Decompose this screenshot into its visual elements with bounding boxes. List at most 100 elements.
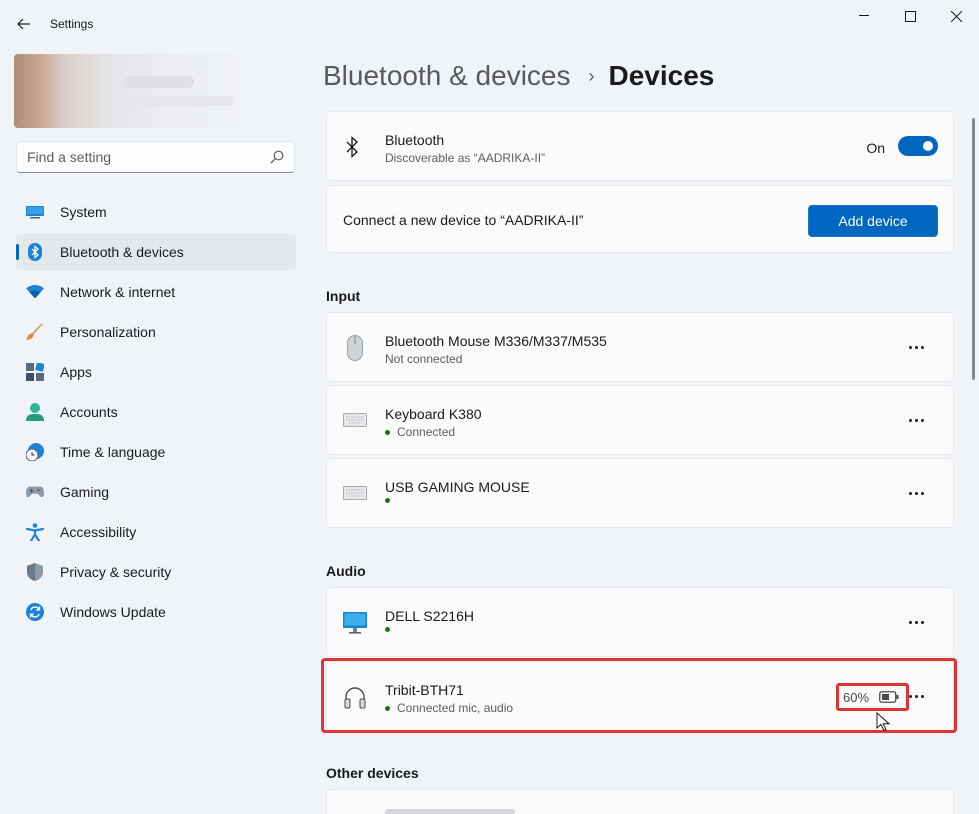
scrollbar[interactable] bbox=[972, 118, 975, 380]
back-button[interactable] bbox=[12, 12, 36, 36]
section-title-input: Input bbox=[326, 288, 361, 304]
battery-indicator: 60% bbox=[836, 683, 909, 711]
more-options-button[interactable] bbox=[905, 483, 927, 503]
connected-dot bbox=[385, 498, 390, 503]
profile-name-blurred bbox=[124, 76, 194, 88]
monitor-icon bbox=[343, 612, 367, 639]
sidebar-item-time-language[interactable]: Time & language bbox=[16, 434, 296, 470]
maximize-button[interactable] bbox=[898, 6, 922, 26]
device-name: Bluetooth Mouse M336/M337/M535 bbox=[385, 333, 607, 349]
device-name-partial bbox=[385, 809, 515, 814]
device-row[interactable]: Bluetooth Mouse M336/M337/M535 Not conne… bbox=[326, 312, 954, 382]
bluetooth-title: Bluetooth bbox=[385, 132, 445, 148]
device-status: Connected bbox=[397, 425, 456, 439]
connected-dot bbox=[385, 429, 390, 435]
close-icon bbox=[950, 10, 962, 22]
bluetooth-icon bbox=[26, 243, 44, 261]
bluetooth-subtitle: Discoverable as “AADRIKA-II” bbox=[385, 151, 546, 165]
sidebar-nav: System Bluetooth & devices Network & int… bbox=[16, 194, 296, 634]
search-input[interactable] bbox=[17, 142, 257, 172]
add-device-card: Connect a new device to “AADRIKA-II” Add… bbox=[326, 185, 954, 253]
sidebar-item-network[interactable]: Network & internet bbox=[16, 274, 296, 310]
shield-icon bbox=[26, 563, 44, 581]
profile-picture[interactable] bbox=[14, 54, 245, 128]
monitor-icon bbox=[26, 203, 44, 221]
sidebar-item-label: Bluetooth & devices bbox=[60, 244, 184, 260]
connected-dot bbox=[385, 705, 390, 711]
profile-email-blurred bbox=[124, 96, 234, 106]
device-name: USB GAMING MOUSE bbox=[385, 479, 530, 495]
add-device-button[interactable]: Add device bbox=[808, 205, 938, 237]
sidebar-item-label: Accessibility bbox=[60, 524, 137, 540]
sidebar-item-windows-update[interactable]: Windows Update bbox=[16, 594, 296, 630]
sidebar-item-personalization[interactable]: Personalization bbox=[16, 314, 296, 350]
maximize-icon bbox=[904, 10, 916, 22]
bluetooth-card: Bluetooth Discoverable as “AADRIKA-II” O… bbox=[326, 111, 954, 181]
update-icon bbox=[26, 603, 44, 621]
device-name: Tribit-BTH71 bbox=[385, 682, 464, 698]
more-options-button[interactable] bbox=[905, 612, 927, 632]
sidebar-item-privacy-security[interactable]: Privacy & security bbox=[16, 554, 296, 590]
sidebar-item-label: Windows Update bbox=[60, 604, 166, 620]
device-row[interactable]: USB GAMING MOUSE bbox=[326, 458, 954, 528]
device-status: Not connected bbox=[385, 352, 463, 366]
battery-icon bbox=[879, 691, 899, 703]
sidebar-item-apps[interactable]: Apps bbox=[16, 354, 296, 390]
sidebar-item-label: Network & internet bbox=[60, 284, 176, 300]
accessibility-icon bbox=[26, 523, 44, 541]
sidebar-item-label: Accounts bbox=[60, 404, 118, 420]
device-name: Keyboard K380 bbox=[385, 406, 482, 422]
device-row[interactable]: Keyboard K380 Connected bbox=[326, 385, 954, 455]
apps-icon bbox=[26, 363, 44, 381]
section-title-audio: Audio bbox=[326, 563, 366, 579]
search-icon bbox=[270, 150, 284, 164]
back-arrow-icon bbox=[17, 18, 30, 30]
device-status-line: Connected mic, audio bbox=[385, 701, 513, 715]
bluetooth-toggle-label: On bbox=[866, 140, 885, 156]
connected-dot bbox=[385, 627, 390, 632]
chevron-right-icon: › bbox=[588, 65, 595, 86]
connect-device-text: Connect a new device to “AADRIKA-II” bbox=[343, 212, 584, 228]
section-title-other-devices: Other devices bbox=[326, 765, 419, 781]
battery-percentage: 60% bbox=[843, 689, 870, 705]
mouse-cursor-icon bbox=[876, 712, 890, 732]
sidebar-item-system[interactable]: System bbox=[16, 194, 296, 230]
headphones-icon bbox=[343, 685, 367, 714]
minimize-icon bbox=[859, 15, 869, 16]
sidebar-item-bluetooth-devices[interactable]: Bluetooth & devices bbox=[16, 234, 296, 270]
bluetooth-toggle[interactable] bbox=[898, 136, 938, 156]
sidebar-item-label: Apps bbox=[60, 364, 92, 380]
page-title: Devices bbox=[608, 60, 715, 91]
window-title: Settings bbox=[50, 17, 94, 31]
globe-clock-icon bbox=[26, 443, 44, 461]
device-name: DELL S2216H bbox=[385, 608, 474, 624]
sidebar-item-gaming[interactable]: Gaming bbox=[16, 474, 296, 510]
person-icon bbox=[26, 403, 44, 421]
keyboard-icon bbox=[343, 486, 367, 505]
device-status-line bbox=[385, 498, 397, 503]
sidebar-item-accounts[interactable]: Accounts bbox=[16, 394, 296, 430]
device-row-partial[interactable] bbox=[326, 789, 954, 814]
sidebar-item-label: Gaming bbox=[60, 484, 110, 500]
sidebar-item-label: Time & language bbox=[60, 444, 166, 460]
breadcrumb-parent[interactable]: Bluetooth & devices bbox=[323, 60, 571, 92]
breadcrumb: Bluetooth & devices › Devices bbox=[323, 58, 714, 94]
gamepad-icon bbox=[26, 483, 44, 501]
more-options-button[interactable] bbox=[905, 337, 927, 357]
search-box[interactable] bbox=[16, 141, 295, 173]
close-button[interactable] bbox=[944, 6, 968, 26]
title-bar: Settings bbox=[0, 0, 979, 48]
minimize-button[interactable] bbox=[852, 6, 876, 26]
sidebar-item-label: Privacy & security bbox=[60, 564, 172, 580]
device-status: Connected mic, audio bbox=[397, 701, 514, 715]
device-row[interactable]: DELL S2216H bbox=[326, 587, 954, 657]
sidebar-item-label: Personalization bbox=[60, 324, 156, 340]
more-options-button[interactable] bbox=[905, 410, 927, 430]
device-status-line: Connected bbox=[385, 425, 455, 439]
keyboard-icon bbox=[343, 413, 367, 432]
bluetooth-icon bbox=[345, 136, 359, 163]
wifi-icon bbox=[26, 283, 44, 301]
brush-icon bbox=[26, 323, 44, 341]
sidebar-item-accessibility[interactable]: Accessibility bbox=[16, 514, 296, 550]
network-adapter-icon bbox=[345, 810, 365, 814]
